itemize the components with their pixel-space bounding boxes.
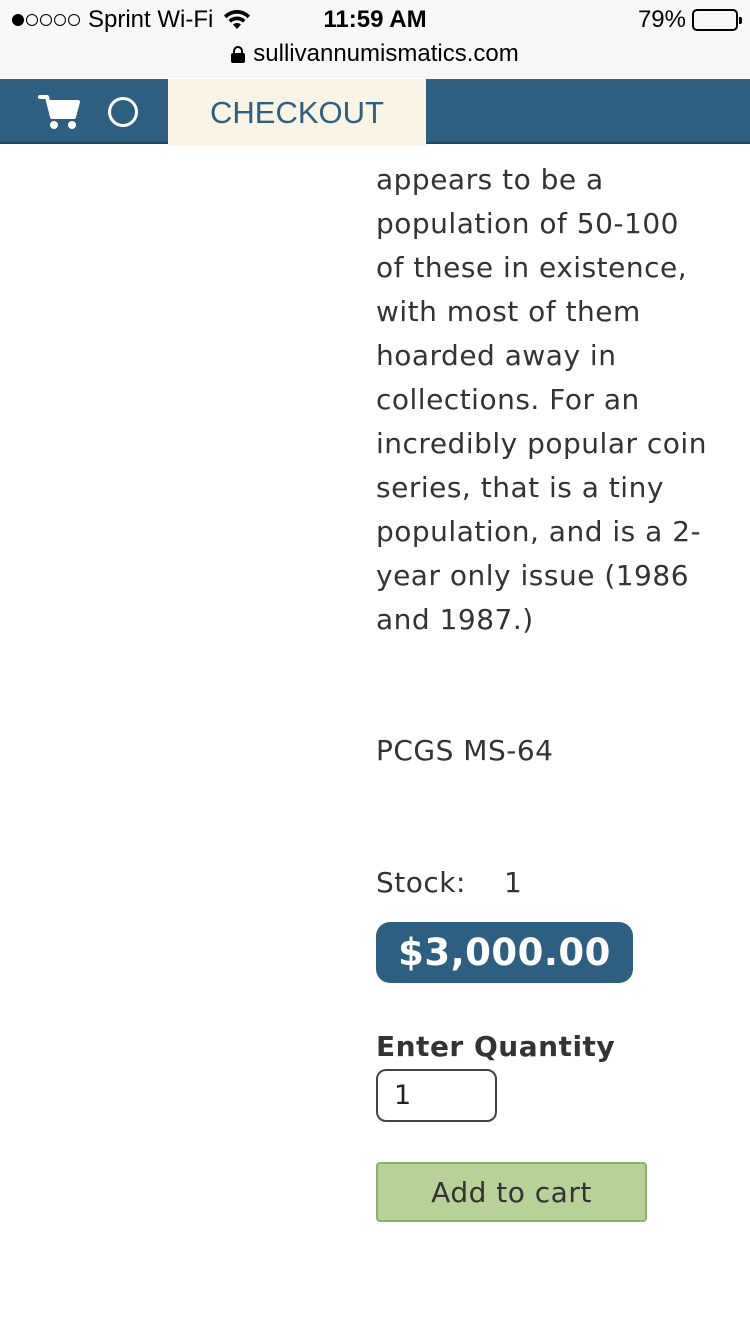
description-line: hoarded away in [376, 339, 617, 372]
description-line: year only issue (1986 [376, 559, 690, 592]
grade-text: PCGS MS-64 [376, 734, 554, 767]
battery-icon [692, 9, 742, 31]
url-text: sullivannumismatics.com [253, 40, 519, 67]
description-line: collections. For an [376, 383, 640, 416]
circle-icon[interactable] [108, 97, 138, 127]
address-bar[interactable]: sullivannumismatics.com [0, 40, 750, 68]
lock-icon [231, 46, 246, 63]
stock-value: 1 [503, 866, 523, 899]
quantity-input[interactable] [376, 1069, 497, 1122]
site-navbar: CHECKOUT [0, 79, 750, 146]
description-line: with most of them [376, 295, 641, 328]
description-line: incredibly popular coin [376, 427, 707, 460]
checkout-button[interactable]: CHECKOUT [168, 79, 426, 146]
product-description: appears to be a population of 50-100 of th… [376, 158, 716, 642]
description-text: appears to be a population of 50-100 of th… [376, 158, 716, 642]
battery-status: 79% [637, 6, 742, 34]
description-line: and 1987.) [376, 603, 534, 636]
description-line: population of 50-100 [376, 207, 679, 240]
description-line: appears to be a [376, 163, 604, 196]
shopping-cart-icon [38, 95, 80, 129]
status-bar: Sprint Wi-Fi 11:59 AM 79% sullivannumism… [0, 0, 750, 78]
stock-info: Stock: 1 [376, 866, 522, 899]
page: Sprint Wi-Fi 11:59 AM 79% sullivannumism… [0, 0, 750, 1334]
price-badge: $3,000.00 [376, 922, 633, 983]
add-to-cart-button[interactable]: Add to cart [376, 1162, 647, 1222]
stock-label: Stock: [376, 866, 466, 899]
battery-percent: 79% [637, 6, 686, 33]
description-line: of these in existence, [376, 251, 688, 284]
cutoff-description-line: ...ns for sure, there [376, 142, 696, 152]
quantity-label: Enter Quantity [376, 1030, 616, 1063]
description-line: population, and is a 2- [376, 515, 702, 548]
cart-button[interactable] [38, 93, 80, 131]
description-line: series, that is a tiny [376, 471, 664, 504]
